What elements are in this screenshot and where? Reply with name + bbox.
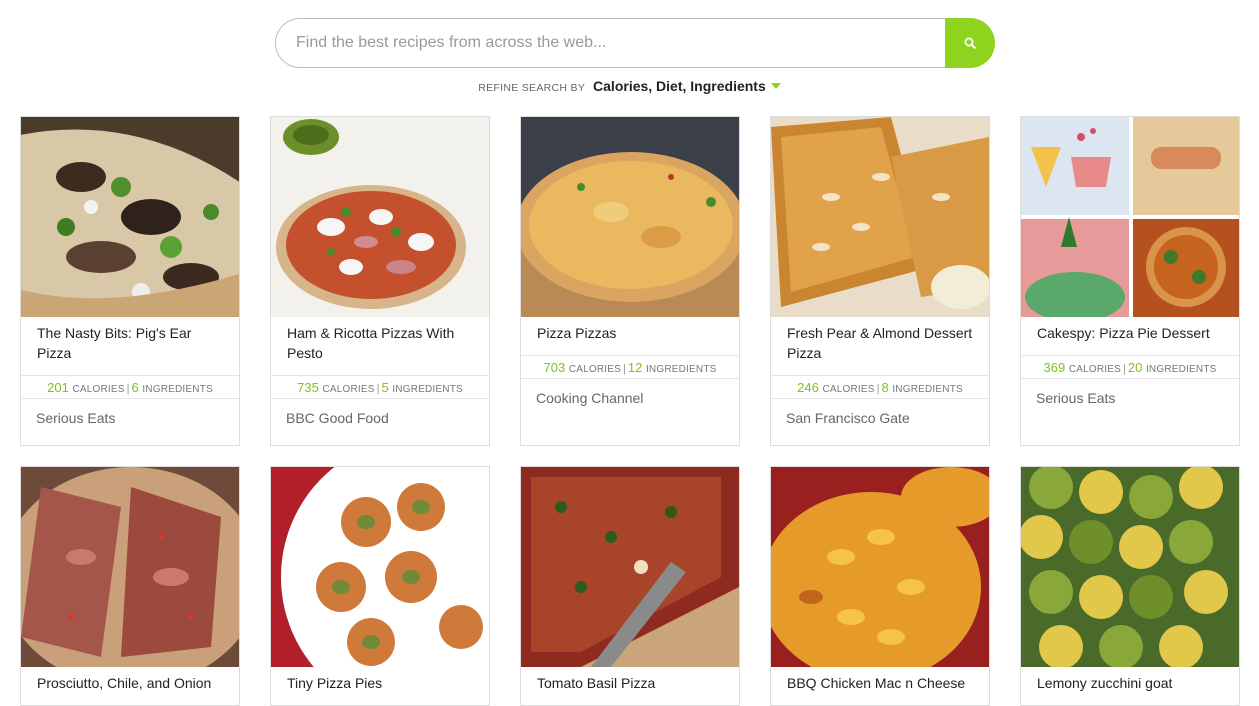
- recipe-title[interactable]: Ham & Ricotta Pizzas With Pesto: [271, 317, 489, 375]
- calories-label: CALORIES: [822, 384, 875, 395]
- recipe-source[interactable]: Cooking Channel: [521, 379, 739, 417]
- ingredients-value: 8: [881, 380, 889, 395]
- refine-options-label: Calories, Diet, Ingredients: [593, 78, 766, 94]
- recipe-image[interactable]: [271, 467, 489, 667]
- ingredients-label: INGREDIENTS: [142, 384, 213, 395]
- recipe-image[interactable]: [771, 467, 989, 667]
- ingredients-value: 20: [1127, 360, 1143, 375]
- recipe-card[interactable]: Prosciutto, Chile, and Onion: [20, 466, 240, 706]
- recipe-image[interactable]: [521, 467, 739, 667]
- recipe-card[interactable]: The Nasty Bits: Pig's Ear Pizza 201 CALO…: [20, 116, 240, 446]
- recipe-source[interactable]: Serious Eats: [1021, 379, 1239, 417]
- ingredients-label: INGREDIENTS: [1145, 364, 1217, 375]
- calories-label: CALORIES: [568, 364, 621, 375]
- recipe-image[interactable]: [271, 117, 489, 317]
- stat-separator: |: [1123, 363, 1126, 375]
- recipe-image[interactable]: [521, 117, 739, 317]
- recipe-source[interactable]: San Francisco Gate: [771, 399, 989, 437]
- recipe-title[interactable]: Pizza Pizzas: [521, 317, 739, 355]
- recipe-title[interactable]: Prosciutto, Chile, and Onion: [21, 667, 239, 705]
- recipe-title[interactable]: The Nasty Bits: Pig's Ear Pizza: [21, 317, 239, 375]
- calories-label: CALORIES: [72, 384, 125, 395]
- recipe-stats: 201 CALORIES | 6 INGREDIENTS: [21, 375, 239, 399]
- stat-separator: |: [623, 363, 626, 375]
- recipe-stats: 735 CALORIES | 5 INGREDIENTS: [271, 375, 489, 399]
- stat-separator: |: [126, 383, 130, 395]
- recipe-card[interactable]: Cakespy: Pizza Pie Dessert 369 CALORIES |…: [1020, 116, 1240, 446]
- refine-options-dropdown[interactable]: Calories, Diet, Ingredients: [593, 78, 781, 94]
- ingredients-label: INGREDIENTS: [645, 364, 717, 375]
- recipe-title[interactable]: Lemony zucchini goat: [1021, 667, 1239, 705]
- calories-value: 246: [797, 380, 819, 395]
- recipe-image[interactable]: [771, 117, 989, 317]
- recipe-title[interactable]: BBQ Chicken Mac n Cheese: [771, 667, 989, 705]
- search-icon: [964, 37, 976, 49]
- ingredients-value: 5: [381, 380, 389, 395]
- recipe-source[interactable]: Serious Eats: [21, 399, 239, 437]
- recipe-stats: 369 CALORIES | 20 INGREDIENTS: [1021, 355, 1239, 379]
- calories-value: 735: [297, 380, 319, 395]
- recipe-title[interactable]: Tomato Basil Pizza: [521, 667, 739, 705]
- recipe-stats: 703 CALORIES | 12 INGREDIENTS: [521, 355, 739, 379]
- stat-separator: |: [876, 383, 880, 395]
- recipe-card[interactable]: BBQ Chicken Mac n Cheese: [770, 466, 990, 706]
- calories-value: 369: [1043, 360, 1066, 375]
- recipe-title[interactable]: Cakespy: Pizza Pie Dessert: [1021, 317, 1239, 355]
- recipe-card[interactable]: Fresh Pear & Almond Dessert Pizza 246 CA…: [770, 116, 990, 446]
- search-input[interactable]: [275, 18, 945, 68]
- recipe-card[interactable]: Pizza Pizzas 703 CALORIES | 12 INGREDIENTS…: [520, 116, 740, 446]
- calories-value: 703: [543, 360, 566, 375]
- recipe-card[interactable]: Ham & Ricotta Pizzas With Pesto 735 CALO…: [270, 116, 490, 446]
- recipe-image[interactable]: [1021, 467, 1239, 667]
- calories-label: CALORIES: [1068, 364, 1121, 375]
- recipe-title[interactable]: Tiny Pizza Pies: [271, 667, 489, 705]
- refine-search: REFINE SEARCH BY Calories, Diet, Ingredi…: [0, 78, 1259, 94]
- calories-value: 201: [47, 380, 69, 395]
- stat-separator: |: [376, 383, 380, 395]
- ingredients-value: 12: [627, 360, 643, 375]
- ingredients-value: 6: [131, 380, 139, 395]
- recipe-title[interactable]: Fresh Pear & Almond Dessert Pizza: [771, 317, 989, 375]
- search-bar: [275, 18, 995, 68]
- recipe-image[interactable]: [21, 117, 239, 317]
- recipe-card[interactable]: Tomato Basil Pizza: [520, 466, 740, 706]
- ingredients-label: INGREDIENTS: [392, 384, 463, 395]
- ingredients-label: INGREDIENTS: [892, 384, 963, 395]
- recipe-stats: 246 CALORIES | 8 INGREDIENTS: [771, 375, 989, 399]
- calories-label: CALORIES: [322, 384, 375, 395]
- recipe-card[interactable]: Tiny Pizza Pies: [270, 466, 490, 706]
- search-button[interactable]: [945, 18, 995, 68]
- recipe-source[interactable]: BBC Good Food: [271, 399, 489, 437]
- caret-down-icon: [770, 83, 781, 89]
- recipe-image[interactable]: [21, 467, 239, 667]
- recipe-card[interactable]: Lemony zucchini goat: [1020, 466, 1240, 706]
- recipe-image[interactable]: [1021, 117, 1239, 317]
- refine-label: REFINE SEARCH BY: [478, 82, 586, 94]
